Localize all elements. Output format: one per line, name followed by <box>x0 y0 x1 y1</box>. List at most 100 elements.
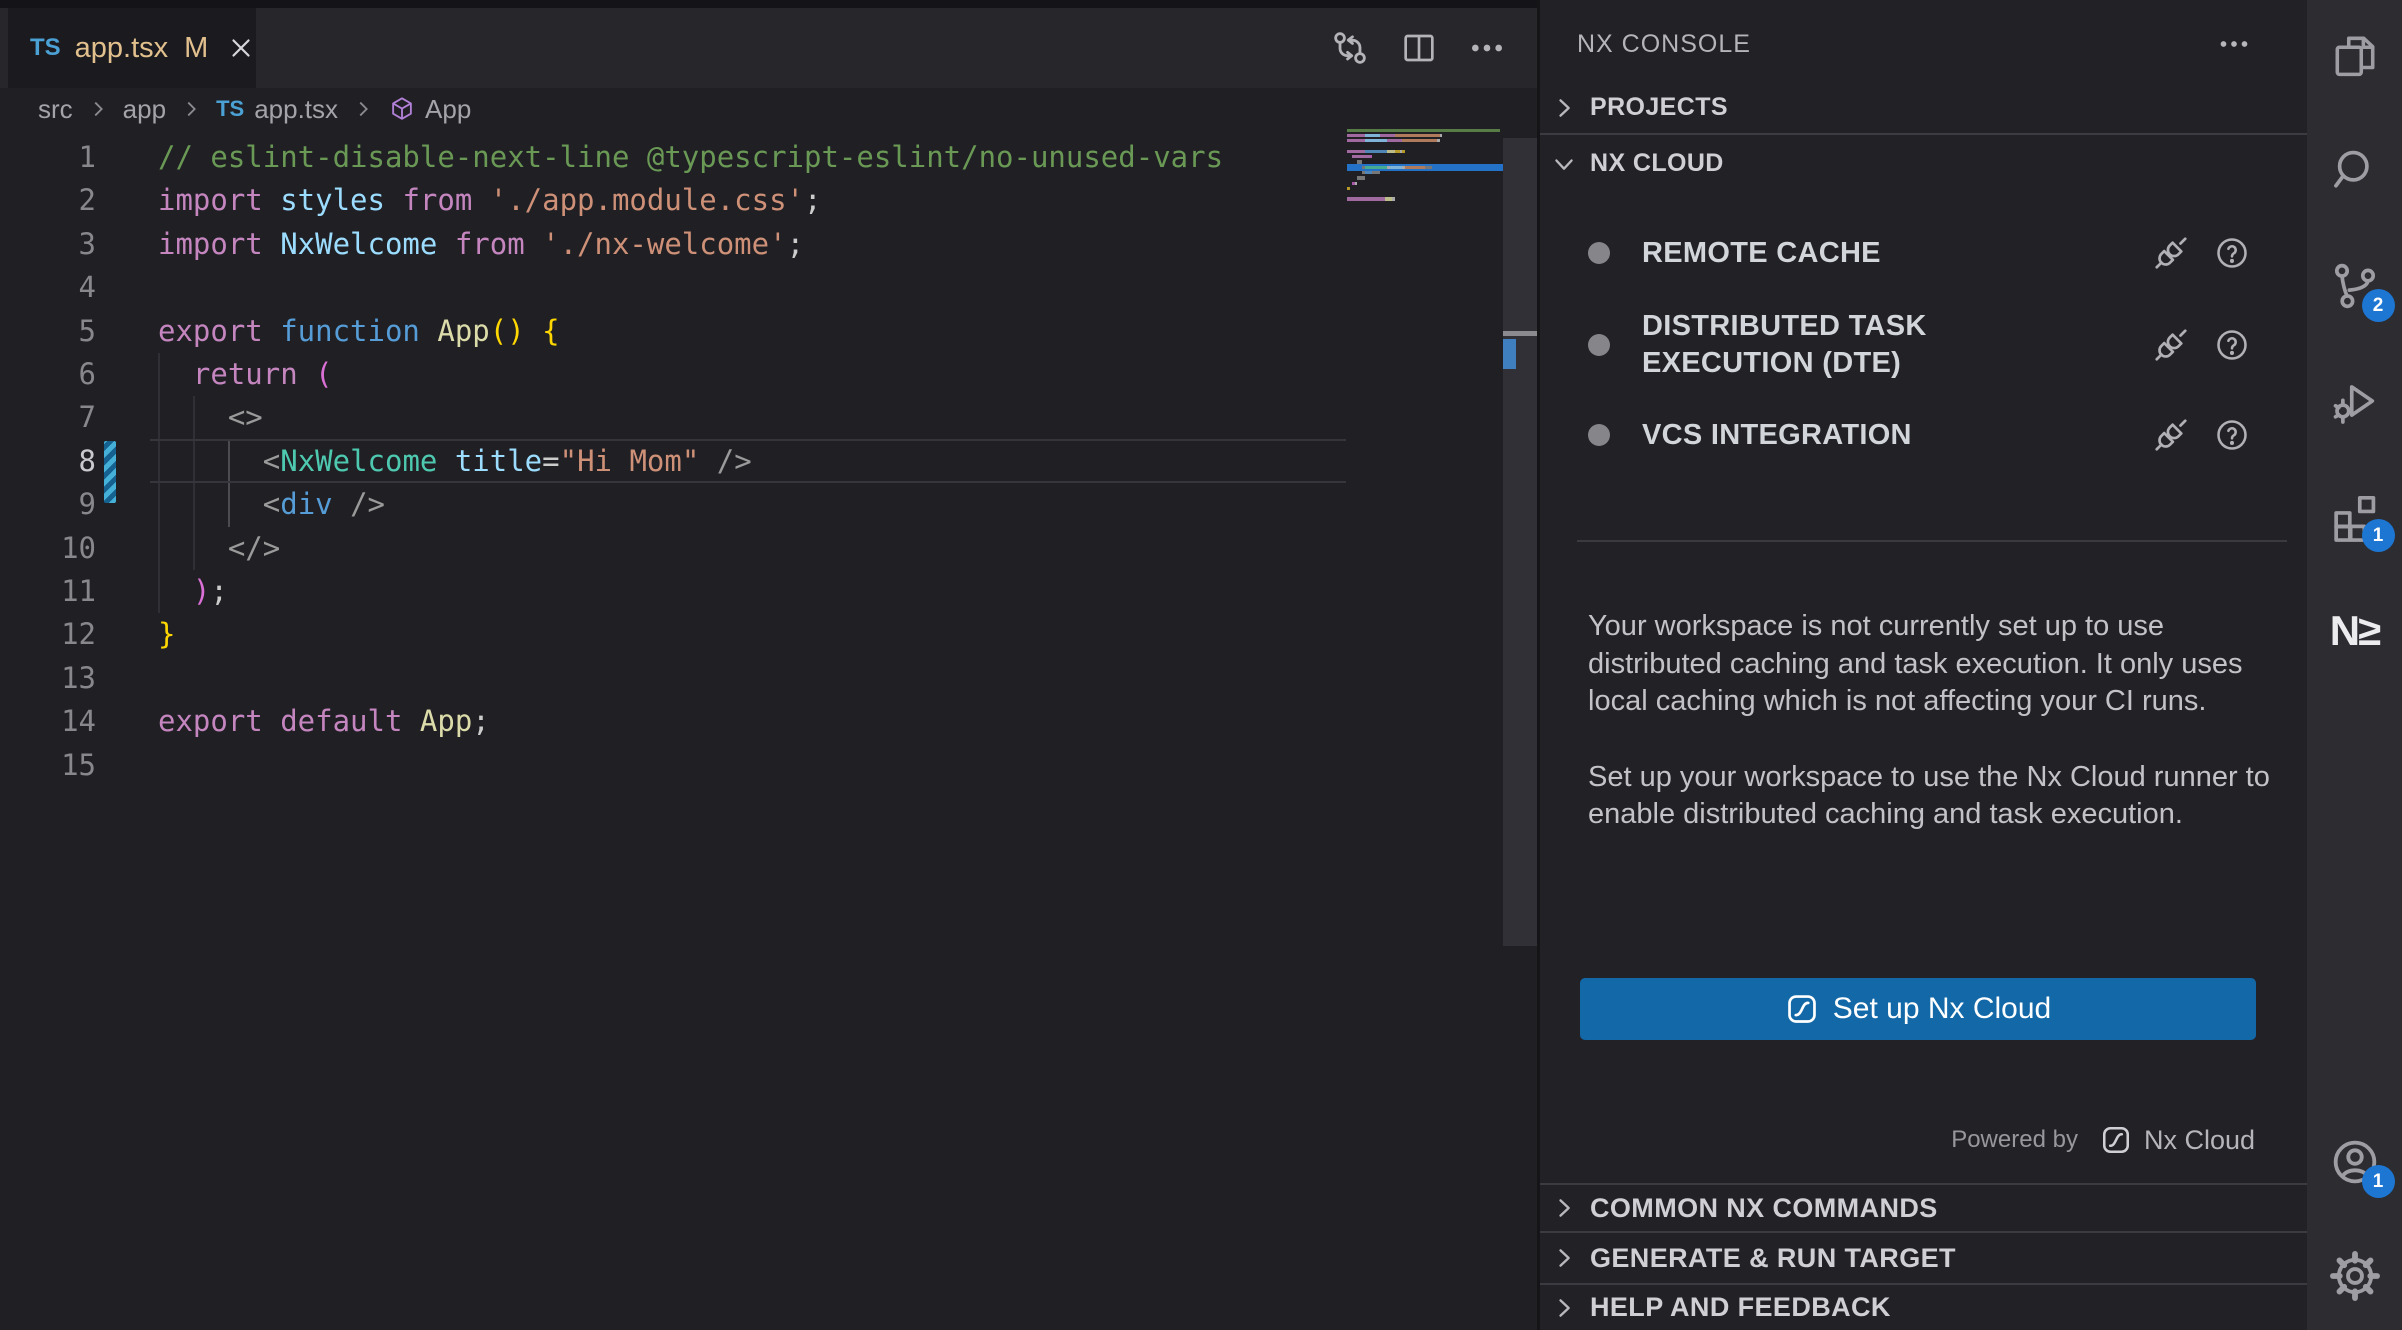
breadcrumb-file-label: app.tsx <box>254 94 338 125</box>
minimap-line <box>1362 166 1432 169</box>
connect-plug-icon[interactable] <box>2152 416 2190 454</box>
code-line[interactable]: 12} <box>0 613 1537 656</box>
breadcrumb-app[interactable]: app <box>123 94 166 125</box>
activity-accounts-icon[interactable]: 1 <box>2323 1130 2387 1194</box>
minimap-line <box>1352 182 1357 185</box>
chevron-down-icon <box>1550 150 1578 178</box>
section-common-nx-commands[interactable]: COMMON NX COMMANDS <box>1540 1183 2307 1231</box>
nx-cloud-feature-item: REMOTE CACHE <box>1588 228 2250 278</box>
minimap[interactable] <box>1347 130 1503 1330</box>
divider <box>1577 540 2287 542</box>
section-label: PROJECTS <box>1590 93 1728 122</box>
minimap-line <box>1347 139 1440 142</box>
panel-header: NX CONSOLE <box>1577 8 2307 80</box>
code-line[interactable]: 6 return ( <box>0 353 1537 396</box>
line-number: 1 <box>0 136 96 179</box>
breadcrumb-symbol-app[interactable]: App <box>388 94 471 125</box>
line-number: 5 <box>0 310 96 353</box>
code-text: return ( <box>158 353 333 396</box>
connect-plug-icon[interactable] <box>2152 234 2190 272</box>
section-label: GENERATE & RUN TARGET <box>1590 1243 1956 1274</box>
nx-cloud-feature-item: VCS INTEGRATION <box>1588 410 2250 460</box>
open-changes-icon[interactable] <box>1329 27 1371 69</box>
section-label: NX CLOUD <box>1590 149 1724 178</box>
code-line[interactable]: 1 // eslint-disable-next-line @typescript… <box>0 136 1537 179</box>
setup-nx-cloud-button[interactable]: Set up Nx Cloud <box>1580 978 2256 1040</box>
setup-button-label: Set up Nx Cloud <box>1833 992 2051 1026</box>
tab-app-tsx[interactable]: TS app.tsx M <box>8 8 256 88</box>
line-number: 8 <box>0 440 96 483</box>
minimap-line <box>1357 176 1365 179</box>
minimap-line <box>1347 197 1395 200</box>
help-question-icon[interactable] <box>2214 327 2250 363</box>
powered-by-row: Powered by Nx Cloud <box>1951 1124 2255 1156</box>
split-editor-icon[interactable] <box>1399 28 1439 68</box>
badge: 1 <box>2362 519 2395 552</box>
nx-cloud-feature-item: DISTRIBUTED TASK EXECUTION (DTE) <box>1588 306 2250 384</box>
minimap-line <box>1352 155 1372 158</box>
code-line[interactable]: 4 <box>0 266 1537 309</box>
chevron-right-icon <box>352 98 374 120</box>
breadcrumb-file[interactable]: TS app.tsx <box>216 94 338 125</box>
minimap-line <box>1347 129 1500 132</box>
section-label: HELP AND FEEDBACK <box>1590 1292 1891 1323</box>
code-line[interactable]: 11 ); <box>0 570 1537 613</box>
code-line[interactable]: 10 </> <box>0 527 1537 570</box>
code-line[interactable]: 3import NxWelcome from './nx-welcome'; <box>0 223 1537 266</box>
badge: 1 <box>2362 1165 2395 1198</box>
code-text: <div /> <box>158 483 385 526</box>
minimap-line <box>1347 150 1405 153</box>
breadcrumb-src[interactable]: src <box>38 94 73 125</box>
code-line[interactable]: 5 export function App() { <box>0 310 1537 353</box>
activity-explorer-icon[interactable] <box>2323 24 2387 88</box>
more-actions-icon[interactable] <box>1467 28 1507 68</box>
powered-by-label: Powered by <box>1951 1126 2078 1154</box>
panel-more-actions-icon[interactable] <box>2216 26 2252 62</box>
help-question-icon[interactable] <box>2214 417 2250 453</box>
line-number: 9 <box>0 483 96 526</box>
activity-extensions-icon[interactable]: 1 <box>2323 484 2387 548</box>
line-number: 6 <box>0 353 96 396</box>
line-number: 12 <box>0 613 96 656</box>
line-number: 11 <box>0 570 96 613</box>
chevron-right-icon <box>1550 1294 1578 1322</box>
code-text: export function App() { <box>158 310 560 353</box>
tab-bar: TS app.tsx M <box>0 8 1537 88</box>
code-line[interactable]: 14export default App; <box>0 700 1537 743</box>
section-generate-run-target[interactable]: GENERATE & RUN TARGET <box>1540 1231 2307 1283</box>
code-text: } <box>158 613 175 656</box>
line-number: 3 <box>0 223 96 266</box>
activity-bar-bottom: 1 <box>2307 1130 2402 1308</box>
activity-run-debug-icon[interactable] <box>2323 369 2387 433</box>
code-line[interactable]: 2import styles from './app.module.css'; <box>0 179 1537 222</box>
section-nx-cloud[interactable]: NX CLOUD <box>1540 137 2307 190</box>
code-line[interactable]: 7 <> <box>0 396 1537 439</box>
editor-scrollbar[interactable] <box>1503 0 1537 1330</box>
code-line[interactable]: 15 <box>0 744 1537 787</box>
activity-nx-console-icon[interactable]: N≥ <box>2323 599 2387 663</box>
code-text: // eslint-disable-next-line @typescript-… <box>158 136 1223 179</box>
nx-cloud-description: Your workspace is not currently set up t… <box>1588 608 2288 872</box>
activity-bar: 2 1 N≥ 1 <box>2307 0 2402 1330</box>
panel-title: NX CONSOLE <box>1577 30 1751 59</box>
code-line[interactable]: 8 <NxWelcome title="Hi Mom" /> <box>0 440 1537 483</box>
section-help-and-feedback[interactable]: HELP AND FEEDBACK <box>1540 1283 2307 1330</box>
scrollbar-thumb[interactable] <box>1503 138 1537 946</box>
section-label: COMMON NX COMMANDS <box>1590 1193 1938 1224</box>
close-tab-icon[interactable] <box>226 33 256 63</box>
setup-suggestion-text: Set up your workspace to use the Nx Clou… <box>1588 759 2288 834</box>
code-line[interactable]: 13 <box>0 657 1537 700</box>
nx-cloud-logo-icon <box>2100 1124 2132 1156</box>
code-editor[interactable]: 1 // eslint-disable-next-line @typescript… <box>0 130 1537 1330</box>
breadcrumb: src app TS app.tsx App <box>38 88 471 130</box>
activity-search-icon[interactable] <box>2323 139 2387 203</box>
code-line[interactable]: 9 <div /> <box>0 483 1537 526</box>
connect-plug-icon[interactable] <box>2152 326 2190 364</box>
activity-source-control-icon[interactable]: 2 <box>2323 254 2387 318</box>
section-projects[interactable]: PROJECTS <box>1540 82 2307 135</box>
help-question-icon[interactable] <box>2214 235 2250 271</box>
code-text: </> <box>158 527 280 570</box>
activity-settings-icon[interactable] <box>2323 1244 2387 1308</box>
line-number: 14 <box>0 700 96 743</box>
nx-cloud-brand-label: Nx Cloud <box>2144 1125 2255 1156</box>
